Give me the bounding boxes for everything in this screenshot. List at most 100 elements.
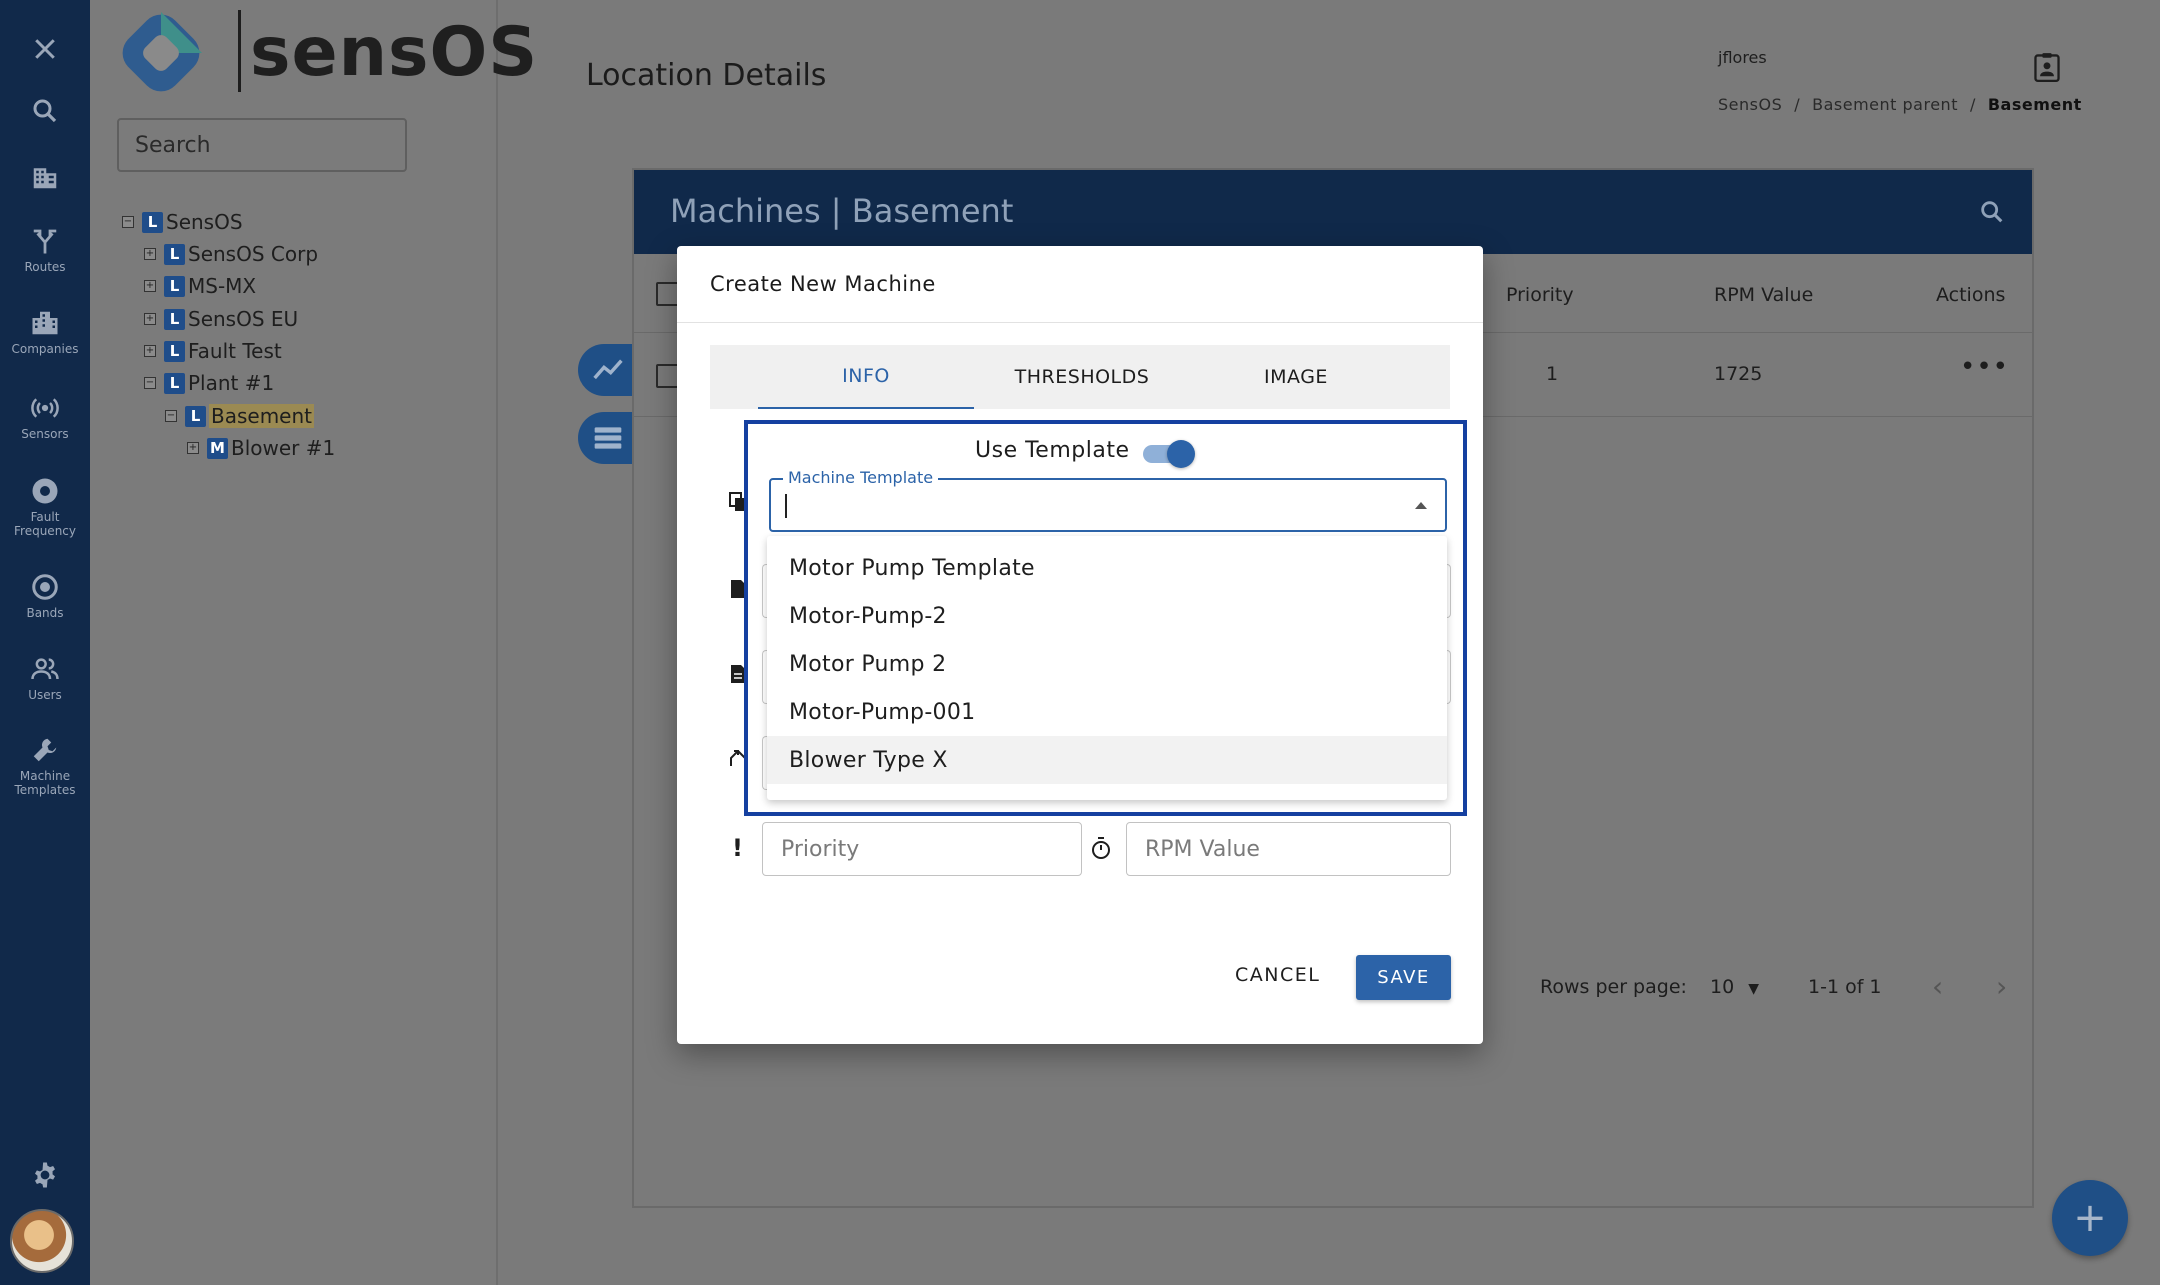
expand-icon[interactable]: +: [144, 280, 156, 292]
nav-sensors-label: Sensors: [21, 427, 69, 441]
search-icon: [33, 99, 57, 123]
breadcrumb-item[interactable]: SensOS: [1718, 95, 1782, 114]
nav-fault-frequency-label: Fault Frequency: [14, 510, 76, 538]
user-avatar[interactable]: [10, 1209, 74, 1273]
machine-badge: M: [207, 437, 228, 459]
nav-users[interactable]: Users: [0, 654, 90, 702]
routes-icon: [33, 229, 57, 254]
tree-node[interactable]: + L MS-MX: [144, 272, 256, 300]
create-machine-dialog: Create New Machine INFO THRESHOLDS IMAGE…: [677, 246, 1483, 1044]
use-template-label: Use Template: [975, 438, 1130, 463]
caret-up-icon[interactable]: [1415, 502, 1427, 509]
nav-search[interactable]: [0, 96, 90, 126]
template-option[interactable]: Motor Pump Template: [767, 544, 1447, 592]
tree-search-input[interactable]: Search: [117, 118, 407, 172]
tab-info[interactable]: INFO: [758, 345, 974, 409]
nav-bands[interactable]: Bands: [0, 572, 90, 620]
expand-icon[interactable]: +: [144, 313, 156, 325]
location-badge: L: [164, 243, 185, 265]
expand-icon[interactable]: +: [144, 345, 156, 357]
tree-node-label: Blower #1: [231, 436, 336, 460]
tree-node-label: SensOS Corp: [188, 242, 319, 266]
nav-fault-frequency[interactable]: Fault Frequency: [0, 476, 90, 538]
fault-frequency-icon: [32, 478, 58, 504]
template-option[interactable]: Motor Pump 2: [767, 640, 1447, 688]
tree-node[interactable]: + L SensOS EU: [144, 305, 298, 333]
building-icon: [33, 168, 57, 189]
rows-per-page-value: 10: [1710, 976, 1735, 998]
timer-icon: [1092, 837, 1110, 859]
column-header-rpm[interactable]: RPM Value: [1714, 284, 1813, 306]
trend-view-button[interactable]: [578, 344, 640, 396]
location-badge: L: [185, 405, 206, 427]
expand-icon[interactable]: +: [187, 442, 199, 454]
priority-input[interactable]: Priority: [762, 822, 1082, 876]
logo-text: sensOS: [250, 13, 539, 92]
clipboard-user-icon[interactable]: [2033, 52, 2061, 82]
template-option[interactable]: Motor-Pump-001: [767, 688, 1447, 736]
nav-machine-templates[interactable]: Machine Templates: [0, 735, 90, 797]
collapse-icon[interactable]: −: [144, 377, 156, 389]
card-title: Machines | Basement: [670, 192, 1014, 230]
cell-priority: 1: [1546, 363, 1559, 385]
machine-template-select[interactable]: Machine Template: [769, 468, 1447, 532]
settings-button[interactable]: [0, 1160, 90, 1190]
collapse-icon[interactable]: −: [165, 410, 177, 422]
tree-node-label: MS-MX: [188, 274, 257, 298]
use-template-toggle[interactable]: [1143, 440, 1195, 468]
rows-per-page-label: Rows per page:: [1540, 976, 1687, 998]
bands-icon: [32, 574, 58, 600]
template-option[interactable]: Motor-Pump-2: [767, 592, 1447, 640]
template-option-hovered[interactable]: Blower Type X: [767, 736, 1447, 784]
tree-node-label: SensOS: [166, 210, 243, 234]
nav-sensors[interactable]: Sensors: [0, 393, 90, 441]
list-view-button[interactable]: [578, 412, 640, 464]
tree-node[interactable]: − L Plant #1: [144, 369, 274, 397]
tree-node-selected[interactable]: − L Basement: [165, 402, 315, 430]
breadcrumb-separator: /: [1794, 95, 1801, 114]
row-actions-button[interactable]: •••: [1960, 354, 2009, 380]
nav-users-label: Users: [28, 688, 62, 702]
user-name: jflores: [1718, 48, 1767, 67]
page-title: Location Details: [586, 58, 827, 93]
tree-node[interactable]: + L Fault Test: [144, 337, 282, 365]
template-options-list: Motor Pump Template Motor-Pump-2 Motor P…: [767, 536, 1447, 800]
tree-node-label: Basement: [209, 404, 315, 428]
tree-node[interactable]: + M Blower #1: [187, 434, 335, 462]
save-button[interactable]: SAVE: [1356, 955, 1451, 1000]
rows-per-page-select[interactable]: 10 ▼: [1710, 976, 1759, 998]
nav-companies-label: Companies: [11, 342, 79, 356]
sensos-logo: sensOS: [116, 8, 537, 98]
nav-locations[interactable]: [0, 162, 90, 192]
users-icon: [31, 658, 59, 680]
chevron-right-icon[interactable]: ›: [1996, 970, 2007, 1003]
dialog-divider: [677, 322, 1483, 323]
expand-icon[interactable]: +: [144, 248, 156, 260]
machine-template-label: Machine Template: [783, 468, 939, 487]
nav-companies[interactable]: Companies: [0, 308, 90, 356]
location-badge: L: [164, 275, 185, 297]
column-header-priority[interactable]: Priority: [1506, 284, 1574, 306]
tree-node[interactable]: − L SensOS: [122, 208, 243, 236]
priority-icon: !: [732, 834, 743, 862]
close-button[interactable]: [0, 34, 90, 64]
location-badge: L: [164, 372, 185, 394]
rpm-input[interactable]: RPM Value: [1126, 822, 1451, 876]
sensors-icon: [31, 398, 59, 418]
tab-thresholds[interactable]: THRESHOLDS: [974, 345, 1190, 409]
companies-icon: [32, 311, 58, 335]
dialog-title: Create New Machine: [710, 272, 936, 296]
logo-divider: [238, 10, 241, 92]
search-icon[interactable]: [1978, 198, 2006, 226]
tab-image[interactable]: IMAGE: [1188, 345, 1404, 409]
chevron-left-icon[interactable]: ‹: [1932, 970, 1943, 1003]
breadcrumb-current: Basement: [1987, 95, 2082, 114]
collapse-icon[interactable]: −: [122, 216, 134, 228]
breadcrumb-item[interactable]: Basement parent: [1812, 95, 1958, 114]
cancel-button[interactable]: CANCEL: [1235, 964, 1320, 986]
tree-node[interactable]: + L SensOS Corp: [144, 240, 318, 268]
add-machine-button[interactable]: +: [2052, 1180, 2128, 1256]
close-icon: [35, 39, 55, 59]
nav-routes[interactable]: Routes: [0, 226, 90, 274]
card-header: Machines | Basement: [634, 170, 2032, 254]
